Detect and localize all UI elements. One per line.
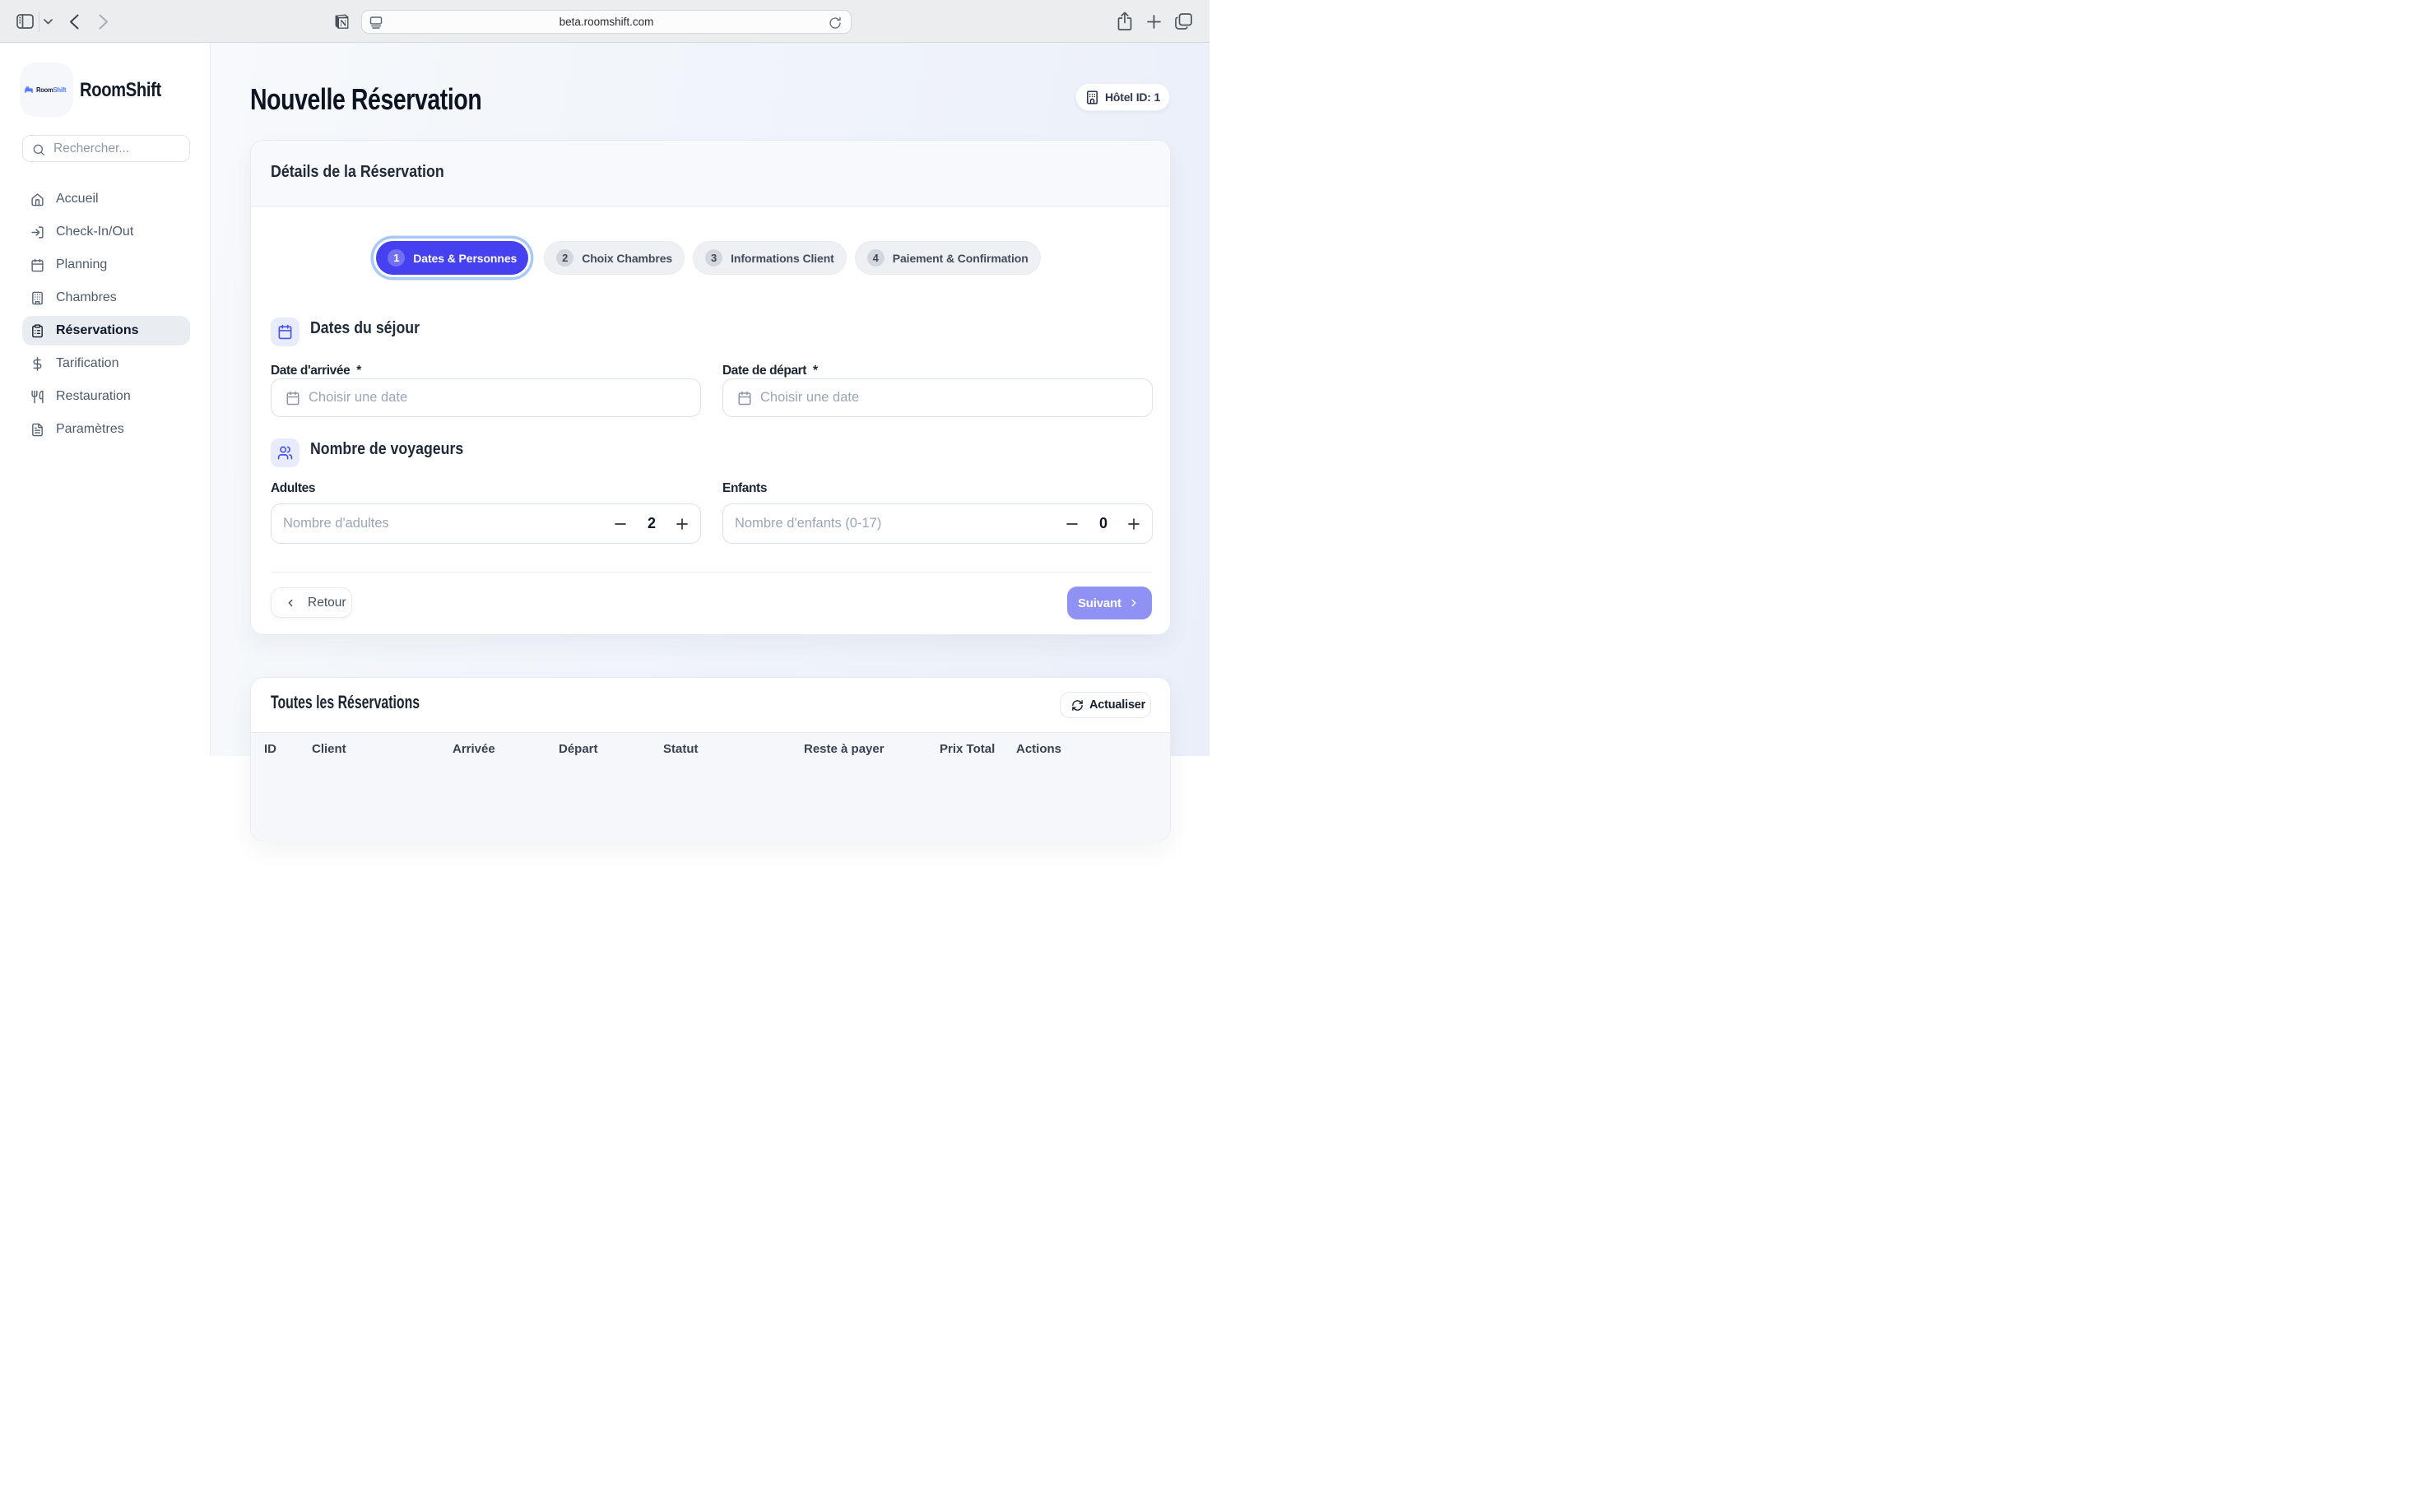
svg-text:N: N [340,19,347,29]
